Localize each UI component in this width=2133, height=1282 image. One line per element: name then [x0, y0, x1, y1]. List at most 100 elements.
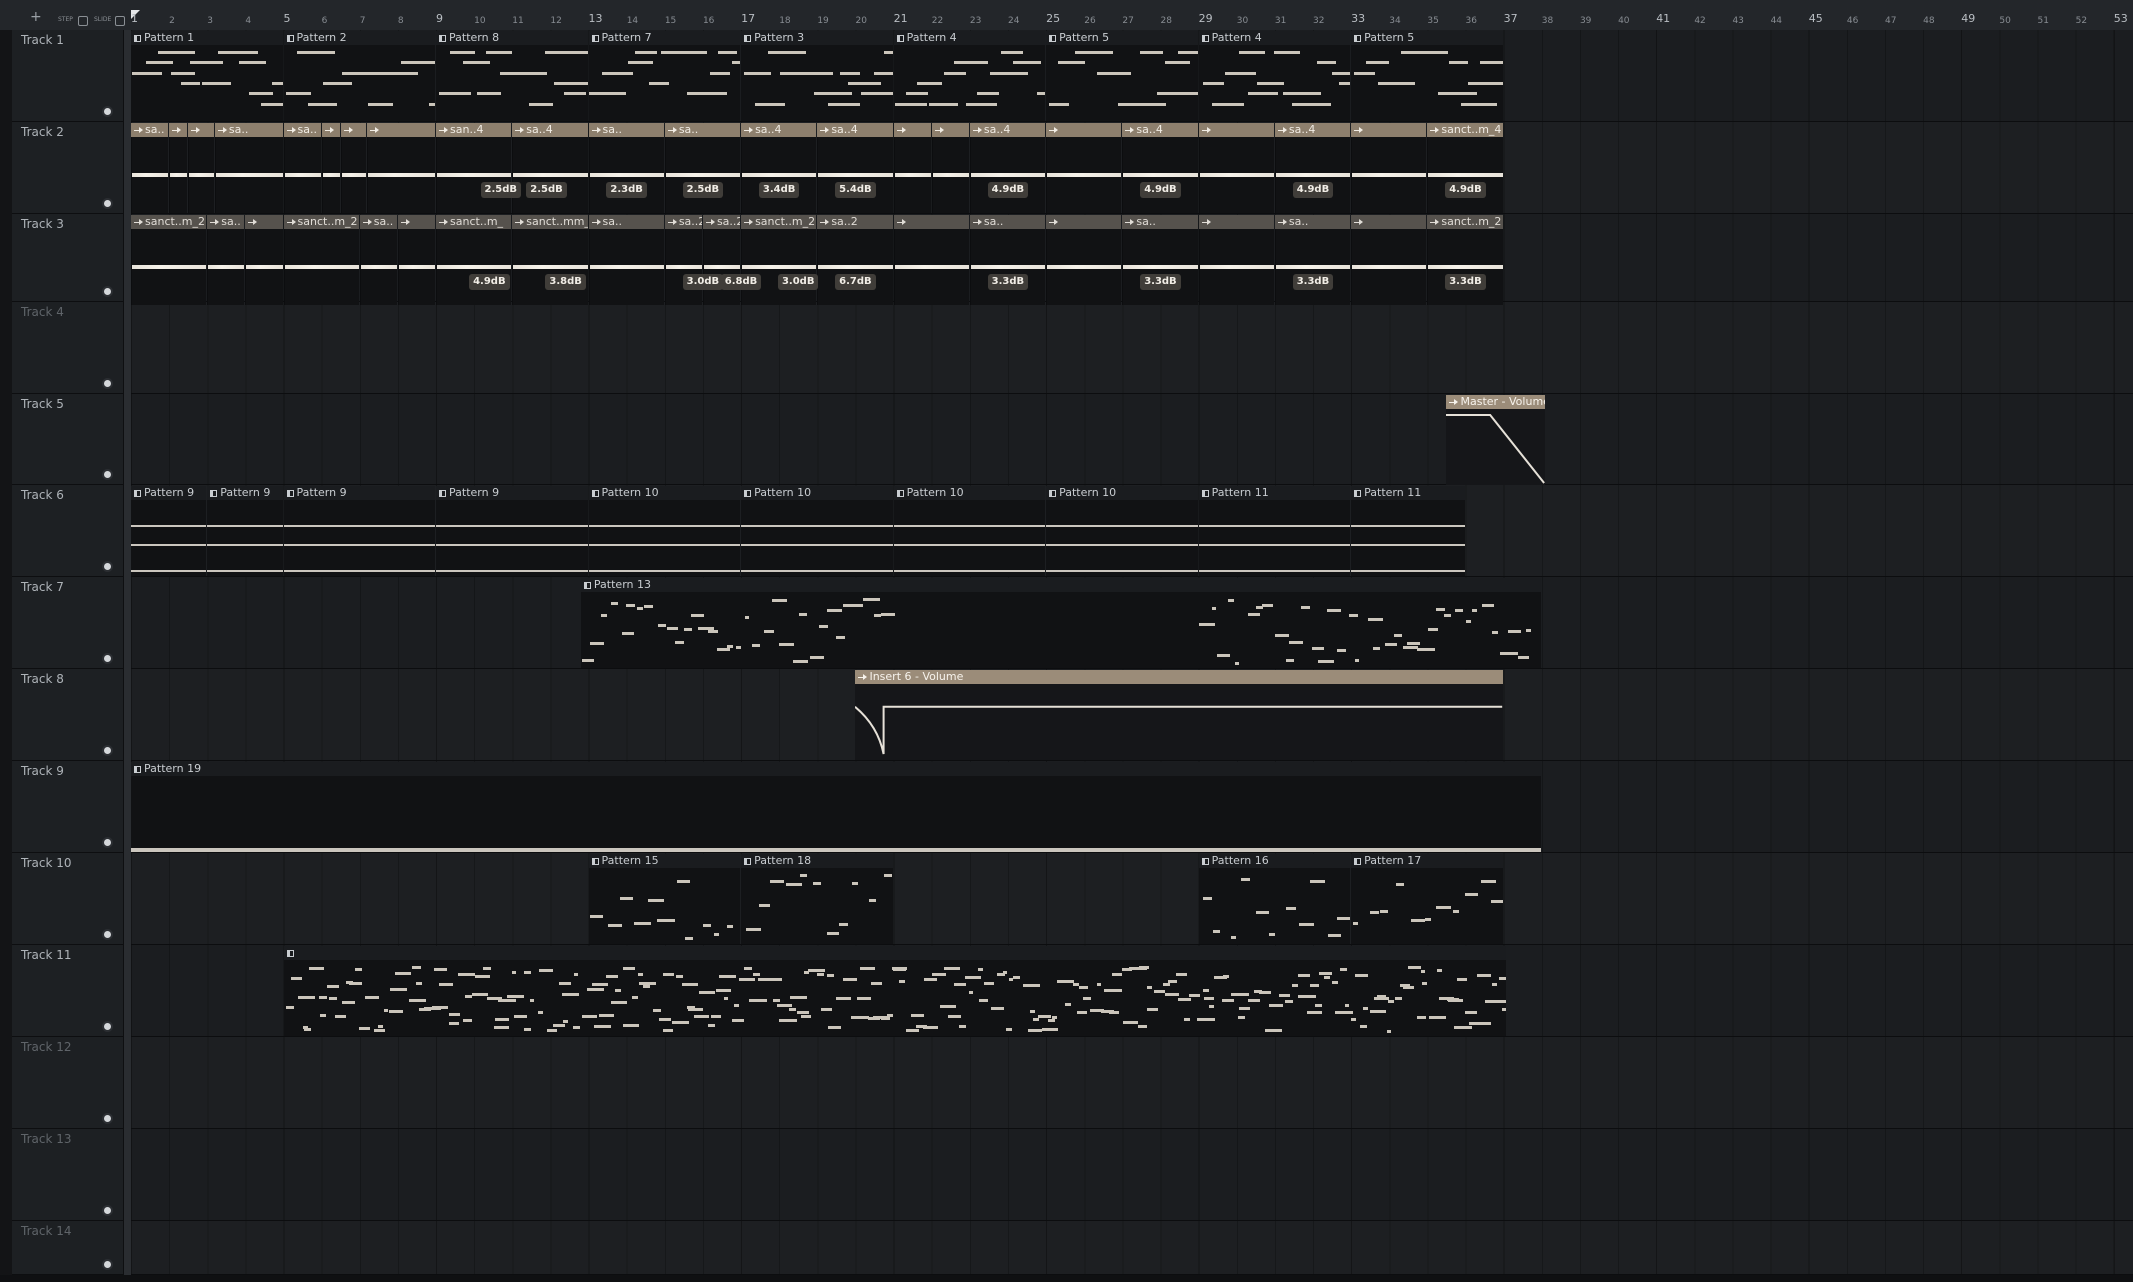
- clip-header[interactable]: [893, 215, 969, 229]
- pattern-clip[interactable]: Pattern 10: [741, 486, 893, 576]
- clip-header[interactable]: sa..4: [512, 123, 588, 137]
- pattern-clip[interactable]: Pattern 17: [1351, 854, 1503, 944]
- automation-clip[interactable]: Insert 6 - Volume: [855, 670, 1503, 760]
- track-enable-icon[interactable]: [104, 200, 111, 207]
- pattern-clip[interactable]: Pattern 18: [741, 854, 893, 944]
- pattern-clip[interactable]: Pattern 1: [131, 31, 283, 121]
- track-enable-icon[interactable]: [104, 380, 111, 387]
- audio-clip[interactable]: sanct..m_2: [283, 215, 359, 305]
- pattern-clip[interactable]: Pattern 9: [207, 486, 283, 576]
- audio-clip[interactable]: sa..: [588, 215, 664, 305]
- pattern-clip[interactable]: Pattern 13: [580, 578, 1541, 668]
- clip-header[interactable]: sanct..m_: [436, 215, 512, 229]
- pattern-clip[interactable]: Pattern 11: [1198, 486, 1351, 576]
- clip-header[interactable]: sanct..m_2: [283, 215, 359, 229]
- audio-clip[interactable]: sa..4: [741, 123, 817, 213]
- clip-header[interactable]: Insert 6 - Volume: [855, 670, 1503, 684]
- audio-clip[interactable]: [321, 123, 340, 213]
- pattern-clip[interactable]: Pattern 15: [588, 854, 741, 944]
- clip-header[interactable]: Pattern 4: [893, 31, 1046, 45]
- clip-header[interactable]: [283, 946, 1507, 960]
- audio-clip[interactable]: sa..: [131, 123, 169, 213]
- automation-curve[interactable]: [855, 684, 1503, 760]
- timeline-ruler[interactable]: 1 2 3 4 5 6 7 8 9 10 11 12 13 14 15 16 17 18 19 20 21 22 23 24 2…: [131, 10, 2133, 30]
- clip-header[interactable]: [367, 123, 436, 137]
- track-enable-icon[interactable]: [104, 747, 111, 754]
- clip-header[interactable]: [1198, 215, 1274, 229]
- clip-header[interactable]: Pattern 10: [1046, 486, 1198, 500]
- clip-header[interactable]: Pattern 17: [1351, 854, 1503, 868]
- pattern-clip[interactable]: Pattern 5: [1351, 31, 1503, 121]
- clip-header[interactable]: Pattern 15: [588, 854, 741, 868]
- clip-header[interactable]: sa..4: [1122, 123, 1198, 137]
- clip-header[interactable]: [893, 123, 931, 137]
- track-header[interactable]: Track 9: [12, 761, 123, 853]
- clip-header[interactable]: sanct..m_4: [1427, 123, 1503, 137]
- track-enable-icon[interactable]: [104, 108, 111, 115]
- clip-header[interactable]: [1351, 123, 1427, 137]
- track-header[interactable]: Track 13: [12, 1129, 123, 1221]
- clip-header[interactable]: sa..: [359, 215, 397, 229]
- pattern-clip[interactable]: Pattern 2: [283, 31, 436, 121]
- clip-header[interactable]: sa..2: [664, 215, 702, 229]
- clip-header[interactable]: sa..: [283, 123, 321, 137]
- clip-header[interactable]: Master - Volume: [1446, 395, 1545, 409]
- clip-header[interactable]: Pattern 9: [131, 486, 207, 500]
- track-enable-icon[interactable]: [104, 563, 111, 570]
- track-lane[interactable]: [131, 394, 2133, 485]
- clip-header[interactable]: Pattern 9: [436, 486, 588, 500]
- clip-header[interactable]: Pattern 7: [588, 31, 741, 45]
- clip-header[interactable]: sa..2: [702, 215, 741, 229]
- audio-clip[interactable]: [188, 123, 214, 213]
- clip-header[interactable]: sa..: [1122, 215, 1198, 229]
- step-toggle[interactable]: [78, 16, 88, 26]
- audio-clip[interactable]: [893, 123, 931, 213]
- clip-header[interactable]: Pattern 13: [580, 578, 1541, 592]
- clip-header[interactable]: sa..2: [817, 215, 893, 229]
- audio-clip[interactable]: sa..2: [702, 215, 741, 305]
- pattern-clip[interactable]: Pattern 4: [893, 31, 1046, 121]
- pattern-clip[interactable]: Pattern 19: [131, 762, 1541, 852]
- plus-icon[interactable]: +: [30, 10, 42, 24]
- track-enable-icon[interactable]: [104, 288, 111, 295]
- playlist-grid[interactable]: Pattern 1 Pattern 2 Pattern 8 Pattern 7 Patt…: [131, 30, 2133, 1275]
- clip-header[interactable]: sa..: [1274, 215, 1351, 229]
- track-header[interactable]: Track 14: [12, 1221, 123, 1275]
- slide-toggle[interactable]: [115, 16, 125, 26]
- audio-clip[interactable]: sanct..m_: [436, 215, 512, 305]
- audio-clip[interactable]: sanct..m_4: [1427, 123, 1503, 213]
- track-lane[interactable]: [131, 1037, 2133, 1129]
- audio-clip[interactable]: sa..: [207, 215, 245, 305]
- track-lane[interactable]: [131, 302, 2133, 394]
- clip-header[interactable]: sa..: [969, 215, 1046, 229]
- automation-clip[interactable]: Master - Volume: [1446, 395, 1545, 485]
- clip-header[interactable]: Pattern 3: [741, 31, 893, 45]
- track-enable-icon[interactable]: [104, 839, 111, 846]
- clip-header[interactable]: [188, 123, 214, 137]
- clip-header[interactable]: [931, 123, 969, 137]
- track-header[interactable]: Track 10: [12, 853, 123, 945]
- audio-clip[interactable]: sa..4: [1274, 123, 1351, 213]
- pattern-clip[interactable]: Pattern 9: [131, 486, 207, 576]
- clip-header[interactable]: sa..4: [817, 123, 893, 137]
- track-header[interactable]: Track 4: [12, 302, 123, 394]
- track-lane[interactable]: [131, 1129, 2133, 1221]
- audio-clip[interactable]: [893, 215, 969, 305]
- audio-clip[interactable]: [169, 123, 188, 213]
- audio-clip[interactable]: [931, 123, 969, 213]
- clip-header[interactable]: Pattern 5: [1046, 31, 1198, 45]
- clip-header[interactable]: Pattern 4: [1198, 31, 1351, 45]
- track-lane[interactable]: [131, 1221, 2133, 1275]
- clip-header[interactable]: sa..4: [969, 123, 1046, 137]
- clip-header[interactable]: [397, 215, 436, 229]
- audio-clip[interactable]: san..4: [436, 123, 512, 213]
- audio-clip[interactable]: [1198, 123, 1274, 213]
- audio-clip[interactable]: sa..4: [512, 123, 588, 213]
- pattern-clip[interactable]: Pattern 8: [436, 31, 588, 121]
- clip-header[interactable]: sa..4: [1274, 123, 1351, 137]
- clip-header[interactable]: Pattern 8: [436, 31, 588, 45]
- clip-header[interactable]: [1198, 123, 1274, 137]
- pattern-clip[interactable]: Pattern 9: [436, 486, 588, 576]
- clip-header[interactable]: sa..: [588, 123, 664, 137]
- track-enable-icon[interactable]: [104, 1023, 111, 1030]
